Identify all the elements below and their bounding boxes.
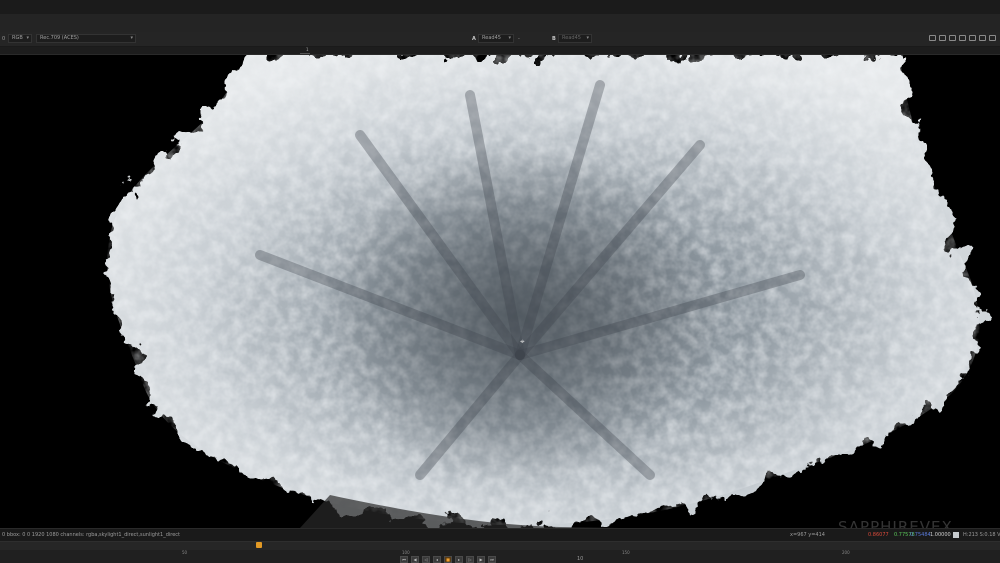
timeline-tick: 150	[622, 550, 630, 555]
timeline[interactable]: 50 100 150 200 ⏮ ◀ ◁ ◂ ■ ▸ ▷ ▶ ⏭ 10	[0, 541, 1000, 563]
nuke-viewer-window: 0 RGB ▾ Rec.709 (ACES) ▾ A Read45 ▾ - B …	[0, 0, 1000, 563]
chevron-down-icon: ▾	[508, 35, 511, 41]
viewer-canvas[interactable]: ⌖	[0, 55, 1000, 528]
last-frame-icon[interactable]: ⏭	[488, 556, 496, 563]
color-swatch	[953, 532, 959, 538]
chevron-down-icon: ▾	[130, 35, 133, 41]
title-band	[0, 0, 1000, 14]
input-a-label: A	[472, 36, 476, 42]
play-icon[interactable]: ▸	[455, 556, 463, 563]
input-a-node: Read45	[482, 35, 501, 41]
cursor-icon: ⌖	[520, 337, 525, 346]
frame-label: 1	[306, 47, 309, 52]
overlay-icon[interactable]	[939, 35, 946, 41]
frame-increment[interactable]: 10	[577, 556, 583, 562]
viewer-status-bar: 0 bbox: 0 0 1920 1080 channels: rgba,sky…	[0, 528, 1000, 542]
view-number: 0	[2, 36, 6, 42]
input-b-node: Read45	[562, 35, 581, 41]
next-key-icon[interactable]: ▶	[477, 556, 485, 563]
prev-key-icon[interactable]: ◀	[411, 556, 419, 563]
transport-controls: ⏮ ◀ ◁ ◂ ■ ▸ ▷ ▶ ⏭	[400, 556, 496, 563]
viewer-toolbar: 0 RGB ▾ Rec.709 (ACES) ▾ A Read45 ▾ - B …	[0, 32, 1000, 47]
proxy-icon[interactable]	[959, 35, 966, 41]
tab-band	[0, 14, 1000, 32]
step-forward-icon[interactable]: ▷	[466, 556, 474, 563]
wipe-mode[interactable]: -	[518, 35, 520, 43]
timeline-tick: 50	[182, 550, 188, 555]
input-b-label: B	[552, 36, 556, 42]
timeline-tick: 100	[402, 550, 410, 555]
splash-image	[107, 55, 980, 528]
timeline-ruler[interactable]	[0, 542, 1000, 550]
step-back-icon[interactable]: ◁	[422, 556, 430, 563]
input-b-dropdown[interactable]: Read45 ▾	[558, 34, 592, 43]
clipping-icon[interactable]	[949, 35, 956, 41]
stereo-icon[interactable]	[979, 35, 986, 41]
roi-icon[interactable]	[929, 35, 936, 41]
viewer-icon-group	[929, 35, 996, 43]
playhead-marker[interactable]	[256, 542, 262, 548]
lut-value: Rec.709 (ACES)	[40, 35, 79, 41]
lock-icon[interactable]	[969, 35, 976, 41]
chevron-down-icon: ▾	[586, 35, 589, 41]
viewer-ruler: 1	[0, 47, 1000, 55]
settings-icon[interactable]	[989, 35, 996, 41]
input-a-dropdown[interactable]: Read45 ▾	[478, 34, 514, 43]
channel-dropdown[interactable]: RGB ▾	[8, 34, 32, 43]
first-frame-icon[interactable]: ⏮	[400, 556, 408, 563]
play-back-icon[interactable]: ◂	[433, 556, 441, 563]
channel-value: RGB	[12, 35, 23, 41]
chevron-down-icon: ▾	[26, 35, 29, 41]
stop-icon[interactable]: ■	[444, 556, 452, 563]
lut-dropdown[interactable]: Rec.709 (ACES) ▾	[36, 34, 136, 43]
timeline-tick: 200	[842, 550, 850, 555]
